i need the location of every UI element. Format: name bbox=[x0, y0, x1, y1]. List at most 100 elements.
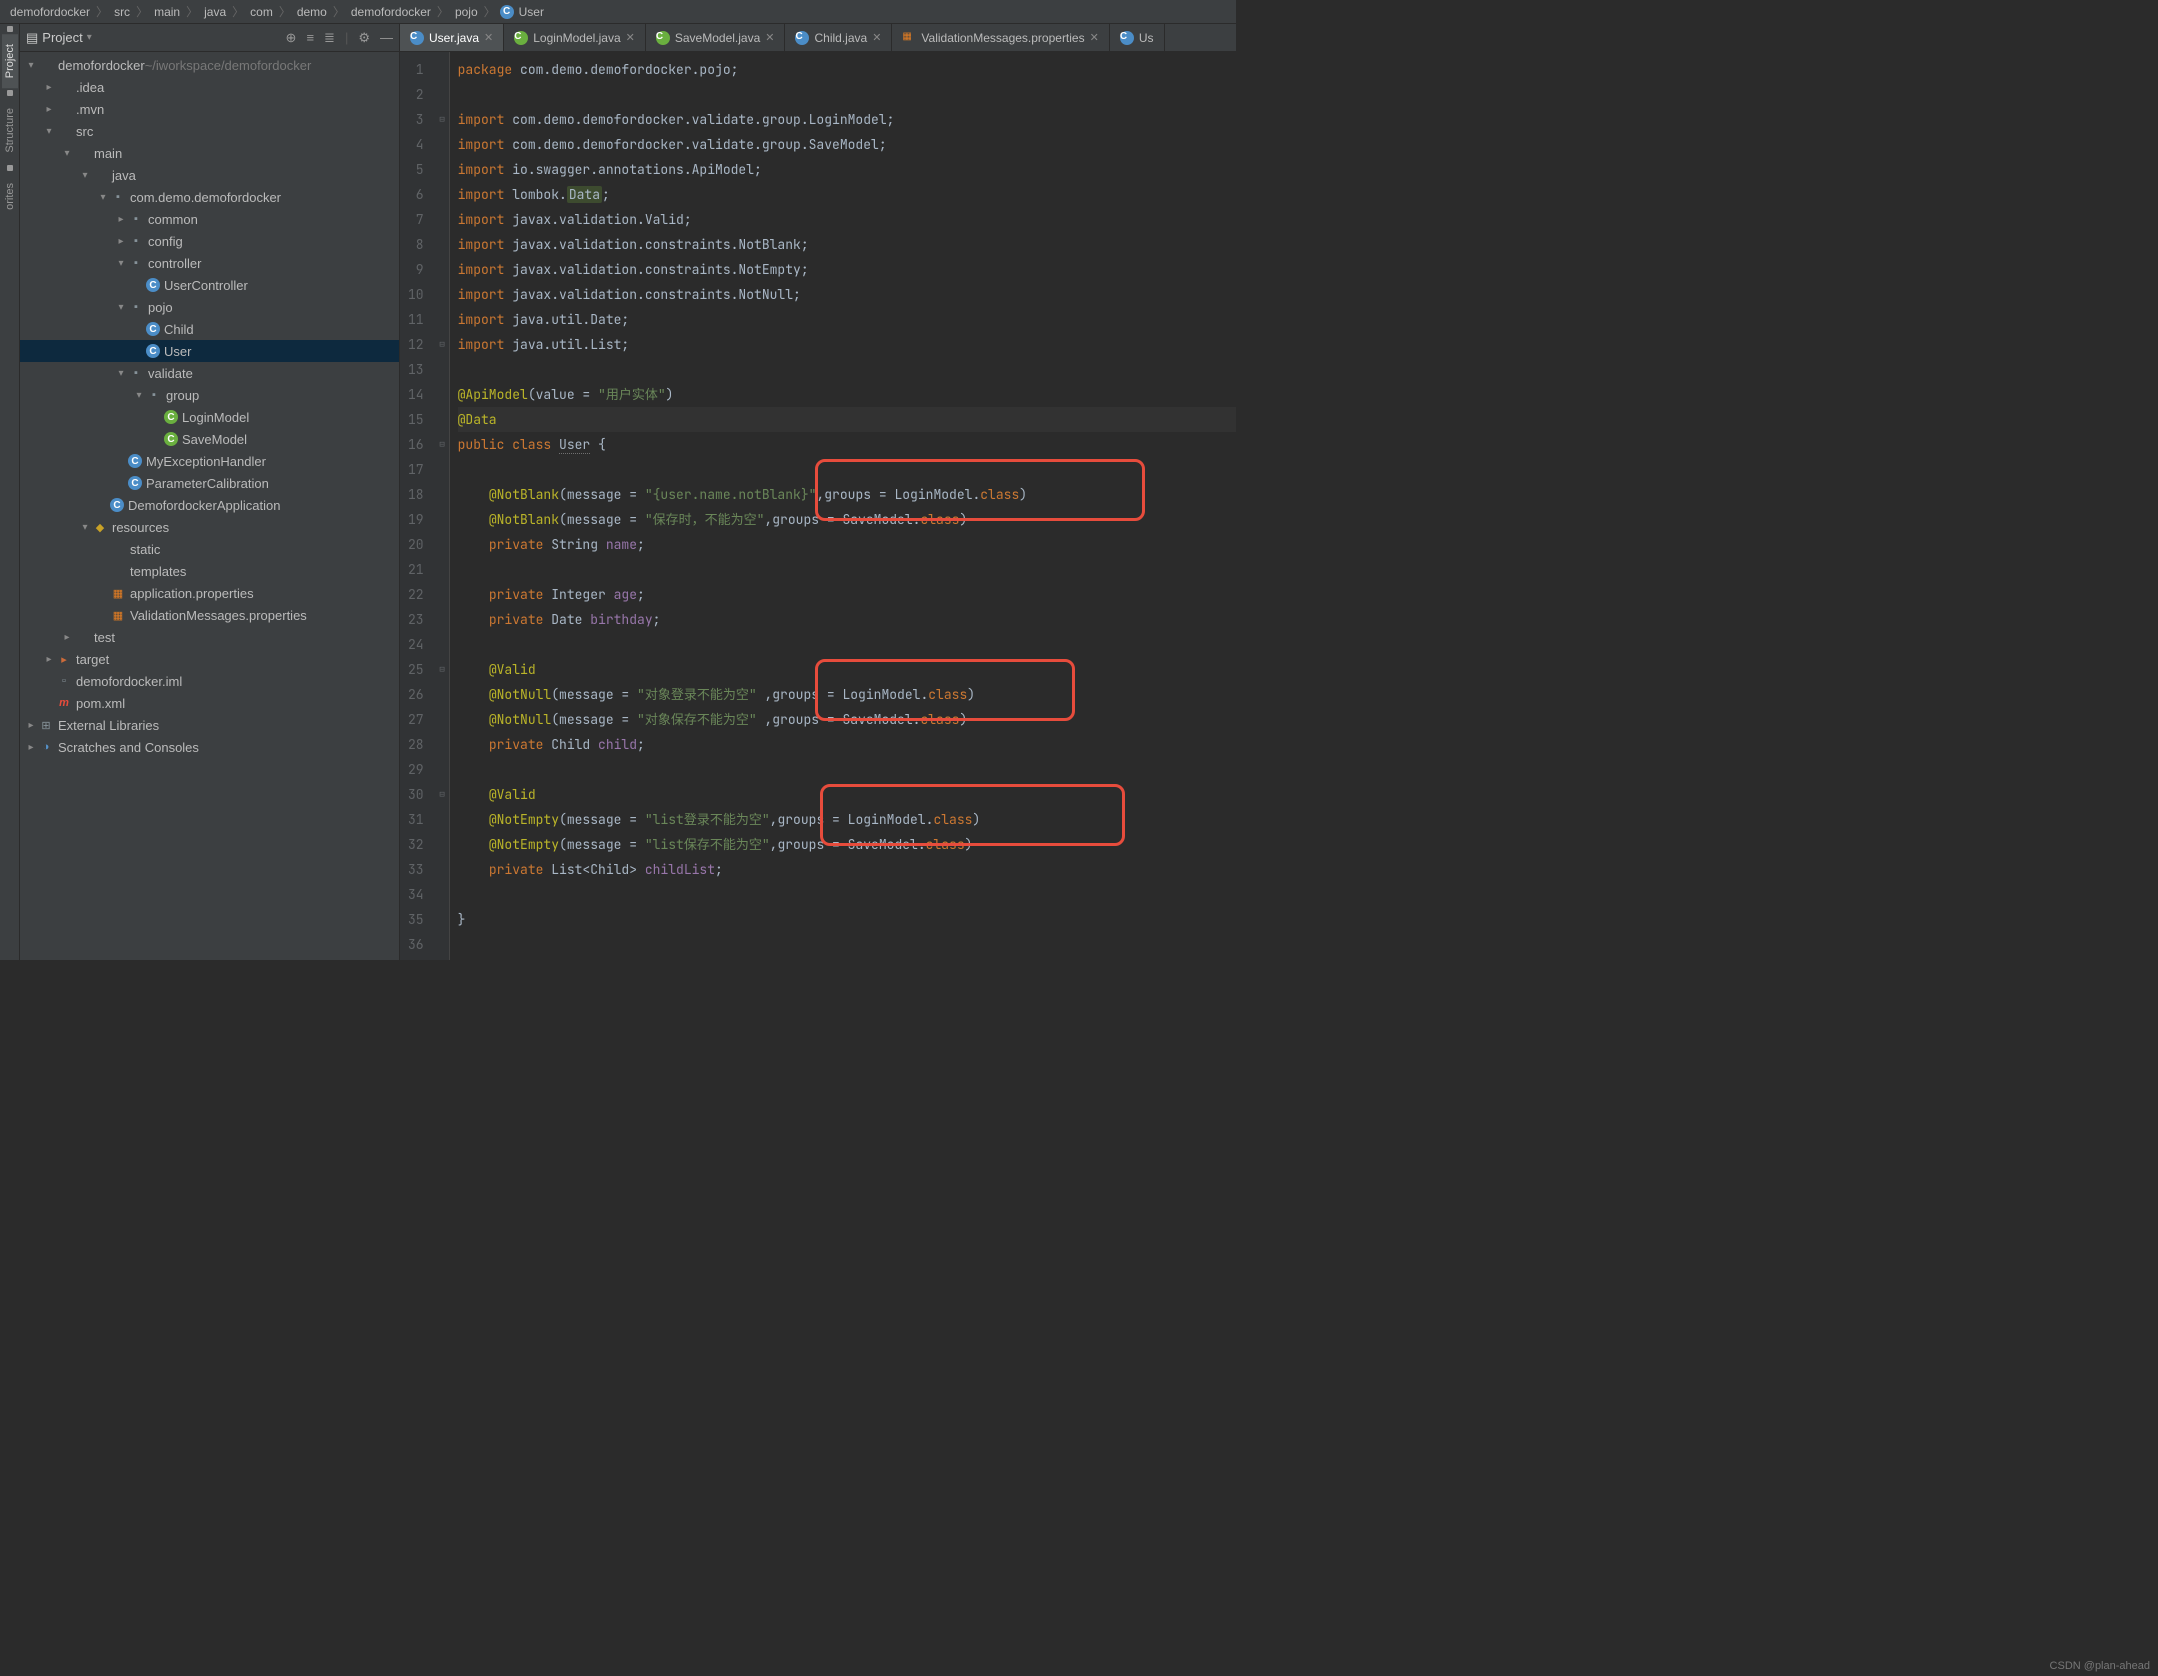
tree-item-validationmessages-properties[interactable]: ValidationMessages.properties bbox=[20, 604, 399, 626]
code-line-30[interactable]: @Valid bbox=[458, 782, 1236, 807]
close-icon[interactable]: ✕ bbox=[765, 31, 774, 44]
tree-twisty-icon[interactable]: ▾ bbox=[134, 390, 144, 401]
code-line-16[interactable]: public class User { bbox=[458, 432, 1236, 457]
tree-item-child[interactable]: Child bbox=[20, 318, 399, 340]
code-line-35[interactable]: } bbox=[458, 907, 1236, 932]
code-line-22[interactable]: private Integer age; bbox=[458, 582, 1236, 607]
code-line-29[interactable] bbox=[458, 757, 1236, 782]
tree-item-pom-xml[interactable]: pom.xml bbox=[20, 692, 399, 714]
code-line-31[interactable]: @NotEmpty(message = "list登录不能为空",groups … bbox=[458, 807, 1236, 832]
tree-twisty-icon[interactable]: ▸ bbox=[44, 82, 54, 93]
code-line-4[interactable]: import com.demo.demofordocker.validate.g… bbox=[458, 132, 1236, 157]
code-line-24[interactable] bbox=[458, 632, 1236, 657]
breadcrumb-item[interactable]: src bbox=[112, 5, 132, 19]
breadcrumb-item[interactable]: demofordocker bbox=[349, 5, 433, 19]
tree-twisty-icon[interactable]: ▸ bbox=[116, 214, 126, 225]
code-line-18[interactable]: @NotBlank(message = "{user.name.notBlank… bbox=[458, 482, 1236, 507]
tree-item-common[interactable]: ▸common bbox=[20, 208, 399, 230]
tree-twisty-icon[interactable]: ▾ bbox=[116, 258, 126, 269]
breadcrumb-item[interactable]: com bbox=[248, 5, 275, 19]
settings-icon[interactable]: ⚙ bbox=[358, 30, 370, 46]
code-line-33[interactable]: private List<Child> childList; bbox=[458, 857, 1236, 882]
editor-tab-child-java[interactable]: Child.java✕ bbox=[785, 24, 892, 51]
tree-item-config[interactable]: ▸config bbox=[20, 230, 399, 252]
code-line-20[interactable]: private String name; bbox=[458, 532, 1236, 557]
tree-item-external-libraries[interactable]: ▸External Libraries bbox=[20, 714, 399, 736]
tree-twisty-icon[interactable]: ▾ bbox=[116, 368, 126, 379]
code-line-36[interactable] bbox=[458, 932, 1236, 957]
chevron-down-icon[interactable]: ▾ bbox=[87, 32, 92, 43]
tree-item-com-demo-demofordocker[interactable]: ▾com.demo.demofordocker bbox=[20, 186, 399, 208]
tree-twisty-icon[interactable]: ▸ bbox=[116, 236, 126, 247]
code-line-25[interactable]: @Valid bbox=[458, 657, 1236, 682]
tree-item-validate[interactable]: ▾validate bbox=[20, 362, 399, 384]
code-line-21[interactable] bbox=[458, 557, 1236, 582]
minimize-icon[interactable]: — bbox=[380, 30, 393, 46]
tree-item-target[interactable]: ▸target bbox=[20, 648, 399, 670]
code-line-2[interactable] bbox=[458, 82, 1236, 107]
tree-item-java[interactable]: ▾java bbox=[20, 164, 399, 186]
tool-window-tab-project[interactable]: Project bbox=[2, 34, 18, 88]
tree-item-user[interactable]: User bbox=[20, 340, 399, 362]
fold-marker-icon[interactable]: ⊟ bbox=[436, 657, 449, 682]
collapse-all-icon[interactable]: ≣ bbox=[324, 30, 335, 46]
code-line-6[interactable]: import lombok.Data; bbox=[458, 182, 1236, 207]
code-line-10[interactable]: import javax.validation.constraints.NotN… bbox=[458, 282, 1236, 307]
code-line-34[interactable] bbox=[458, 882, 1236, 907]
fold-marker-icon[interactable]: ⊟ bbox=[436, 432, 449, 457]
close-icon[interactable]: ✕ bbox=[872, 31, 881, 44]
editor-tab-user-java[interactable]: User.java✕ bbox=[400, 24, 504, 51]
tree-item-parametercalibration[interactable]: ParameterCalibration bbox=[20, 472, 399, 494]
code-line-8[interactable]: import javax.validation.constraints.NotB… bbox=[458, 232, 1236, 257]
tree-item-savemodel[interactable]: SaveModel bbox=[20, 428, 399, 450]
code-line-17[interactable] bbox=[458, 457, 1236, 482]
tree-twisty-icon[interactable]: ▾ bbox=[98, 192, 108, 203]
tree-item-resources[interactable]: ▾resources bbox=[20, 516, 399, 538]
breadcrumb-item[interactable]: User bbox=[517, 5, 546, 19]
tree-item--mvn[interactable]: ▸.mvn bbox=[20, 98, 399, 120]
editor-tabs[interactable]: User.java✕LoginModel.java✕SaveModel.java… bbox=[400, 24, 1236, 52]
tree-item-demofordockerapplication[interactable]: DemofordockerApplication bbox=[20, 494, 399, 516]
close-icon[interactable]: ✕ bbox=[484, 31, 493, 44]
tree-item-static[interactable]: static bbox=[20, 538, 399, 560]
tree-item-pojo[interactable]: ▾pojo bbox=[20, 296, 399, 318]
code-line-27[interactable]: @NotNull(message = "对象保存不能为空" ,groups = … bbox=[458, 707, 1236, 732]
tree-item-demofordocker-iml[interactable]: demofordocker.iml bbox=[20, 670, 399, 692]
tree-item-application-properties[interactable]: application.properties bbox=[20, 582, 399, 604]
code-line-1[interactable]: package com.demo.demofordocker.pojo; bbox=[458, 57, 1236, 82]
breadcrumb-item[interactable]: pojo bbox=[453, 5, 480, 19]
tree-twisty-icon[interactable]: ▸ bbox=[44, 104, 54, 115]
breadcrumb-item[interactable]: main bbox=[152, 5, 182, 19]
tree-item-controller[interactable]: ▾controller bbox=[20, 252, 399, 274]
editor-tab-savemodel-java[interactable]: SaveModel.java✕ bbox=[646, 24, 786, 51]
select-opened-file-icon[interactable]: ⊕ bbox=[286, 30, 297, 46]
code-line-28[interactable]: private Child child; bbox=[458, 732, 1236, 757]
code-line-13[interactable] bbox=[458, 357, 1236, 382]
code-line-14[interactable]: @ApiModel(value = "用户实体") bbox=[458, 382, 1236, 407]
tree-item-test[interactable]: ▸test bbox=[20, 626, 399, 648]
code-content[interactable]: package com.demo.demofordocker.pojo; impo… bbox=[450, 52, 1236, 960]
code-editor[interactable]: 1234567891011121314151617181920212223242… bbox=[400, 52, 1236, 960]
editor-tab-us[interactable]: Us bbox=[1110, 24, 1165, 51]
editor-tab-validationmessages-properties[interactable]: ValidationMessages.properties✕ bbox=[892, 24, 1109, 51]
breadcrumb-item[interactable]: java bbox=[202, 5, 228, 19]
tree-twisty-icon[interactable]: ▸ bbox=[62, 632, 72, 643]
code-line-19[interactable]: @NotBlank(message = "保存时，不能为空",groups = … bbox=[458, 507, 1236, 532]
close-icon[interactable]: ✕ bbox=[1090, 31, 1099, 44]
tree-twisty-icon[interactable]: ▾ bbox=[26, 60, 36, 71]
tree-twisty-icon[interactable]: ▸ bbox=[26, 742, 36, 753]
breadcrumb-item[interactable]: demofordocker bbox=[8, 5, 92, 19]
editor-tab-loginmodel-java[interactable]: LoginModel.java✕ bbox=[504, 24, 646, 51]
fold-gutter[interactable]: ⊟⊟⊟⊟⊟ bbox=[436, 52, 450, 960]
tree-item-myexceptionhandler[interactable]: MyExceptionHandler bbox=[20, 450, 399, 472]
code-line-23[interactable]: private Date birthday; bbox=[458, 607, 1236, 632]
tree-twisty-icon[interactable]: ▾ bbox=[44, 126, 54, 137]
tree-item-loginmodel[interactable]: LoginModel bbox=[20, 406, 399, 428]
tree-item-scratches-and-consoles[interactable]: ▸Scratches and Consoles bbox=[20, 736, 399, 758]
close-icon[interactable]: ✕ bbox=[626, 31, 635, 44]
project-tree[interactable]: ▾demofordocker ~/iworkspace/demofordocke… bbox=[20, 52, 399, 960]
tree-item-templates[interactable]: templates bbox=[20, 560, 399, 582]
code-line-15[interactable]: @Data bbox=[458, 407, 1236, 432]
tree-item-main[interactable]: ▾main bbox=[20, 142, 399, 164]
code-line-3[interactable]: import com.demo.demofordocker.validate.g… bbox=[458, 107, 1236, 132]
